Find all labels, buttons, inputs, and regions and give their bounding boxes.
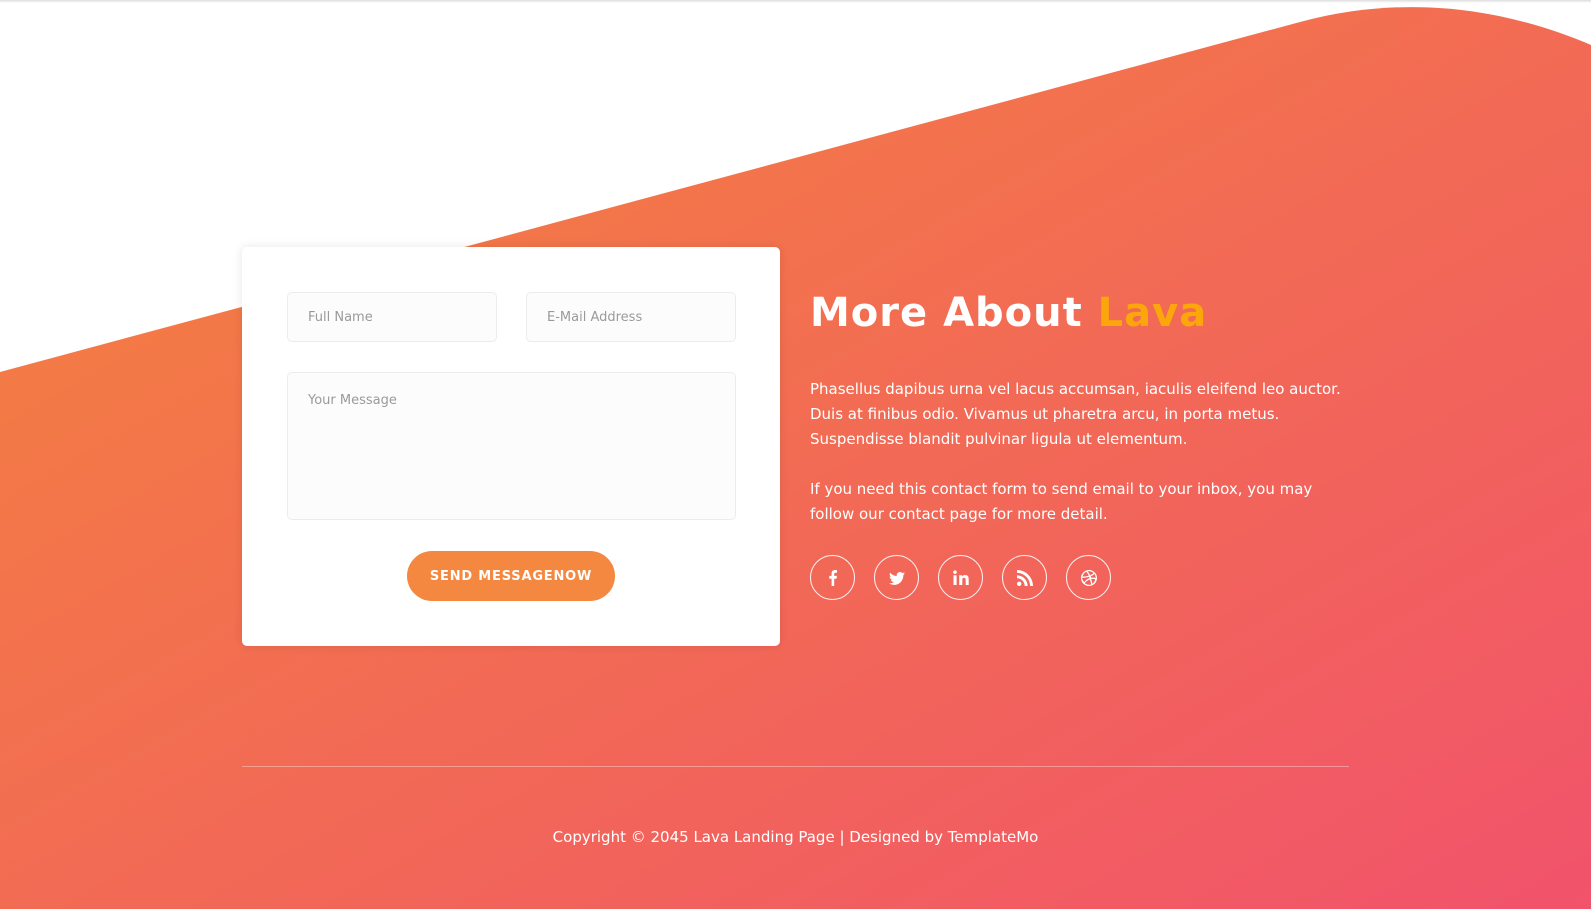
top-shadow [0,0,1591,3]
social-item-twitter [874,555,919,600]
twitter-icon [888,571,905,585]
social-item-linkedin [938,555,983,600]
contact-form-card: SEND MESSAGENOW [242,247,780,646]
about-title-accent: Lava [1097,290,1208,336]
full-name-input[interactable] [287,292,497,342]
about-title: More About Lava [810,290,1207,336]
rss-link[interactable] [1002,555,1047,600]
linkedin-icon [952,569,969,585]
social-item-facebook [810,555,855,600]
facebook-icon [828,569,837,586]
message-textarea[interactable] [287,372,736,520]
about-title-main: More About [810,290,1098,336]
about-paragraph-1: Phasellus dapibus urna vel lacus accumsa… [810,380,1341,448]
background-gradient-shape [0,7,1591,909]
rss-icon [1016,569,1033,586]
email-input[interactable] [526,292,736,342]
facebook-link[interactable] [810,555,855,600]
dribbble-icon [1080,569,1097,586]
twitter-link[interactable] [874,555,919,600]
copyright-text: Copyright © 2045 Lava Landing Page | Des… [552,828,1039,846]
dribbble-link[interactable] [1066,555,1111,600]
send-message-button[interactable]: SEND MESSAGENOW [407,551,615,601]
contact-section: SEND MESSAGENOW More About Lava Phasellu… [0,0,1591,909]
social-item-dribbble [1066,555,1111,600]
social-links [810,555,1111,600]
social-item-rss [1002,555,1047,600]
footer-divider [242,766,1349,767]
about-paragraph-2: If you need this contact form to send em… [810,480,1313,523]
linkedin-link[interactable] [938,555,983,600]
